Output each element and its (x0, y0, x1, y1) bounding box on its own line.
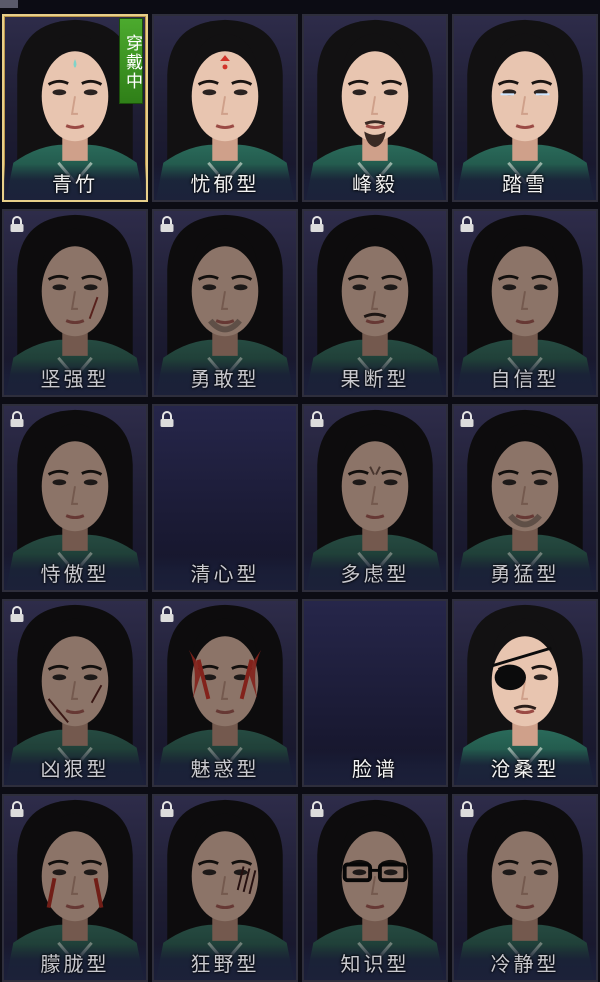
face-style-card[interactable]: 恃傲型 (2, 404, 148, 592)
lock-icon (10, 216, 24, 232)
face-style-card[interactable]: 坚强型 (2, 209, 148, 397)
face-style-grid: 穿戴中 青竹 忧郁型 峰毅 踏雪 坚强型 勇敢型 果断型 自信型 恃傲型 清心型… (0, 0, 600, 982)
face-style-label: 坚强型 (4, 359, 146, 395)
lock-icon (460, 411, 474, 427)
face-style-card[interactable]: 多虑型 (302, 404, 448, 592)
face-style-card[interactable]: 魅惑型 (152, 599, 298, 787)
face-style-card[interactable]: 忧郁型 (152, 14, 298, 202)
panel-corner (0, 0, 18, 8)
face-style-label: 青竹 (4, 164, 146, 200)
face-style-label: 魅惑型 (154, 749, 296, 785)
face-style-card[interactable]: 自信型 (452, 209, 598, 397)
face-style-card[interactable]: 知识型 (302, 794, 448, 982)
face-style-label: 恃傲型 (4, 554, 146, 590)
face-style-label: 果断型 (304, 359, 446, 395)
face-style-label: 自信型 (454, 359, 596, 395)
face-style-label: 凶狠型 (4, 749, 146, 785)
face-style-label: 忧郁型 (154, 164, 296, 200)
face-style-card[interactable]: 朦胧型 (2, 794, 148, 982)
face-style-label: 勇猛型 (454, 554, 596, 590)
lock-icon (10, 606, 24, 622)
face-style-card[interactable]: 脸谱 (302, 599, 448, 787)
face-style-card[interactable]: 踏雪 (452, 14, 598, 202)
lock-icon (460, 801, 474, 817)
lock-icon (310, 801, 324, 817)
face-style-card[interactable]: 冷静型 (452, 794, 598, 982)
face-style-card[interactable]: 峰毅 (302, 14, 448, 202)
lock-icon (160, 216, 174, 232)
lock-icon (160, 801, 174, 817)
face-style-label: 脸谱 (304, 749, 446, 785)
face-style-label: 踏雪 (454, 164, 596, 200)
face-style-label: 多虑型 (304, 554, 446, 590)
face-style-card[interactable]: 狂野型 (152, 794, 298, 982)
lock-icon (10, 801, 24, 817)
face-style-card[interactable]: 勇猛型 (452, 404, 598, 592)
lock-icon (460, 216, 474, 232)
face-style-card[interactable]: 凶狠型 (2, 599, 148, 787)
wearing-badge: 穿戴中 (119, 18, 143, 104)
face-style-card[interactable]: 果断型 (302, 209, 448, 397)
face-style-label: 勇敢型 (154, 359, 296, 395)
lock-icon (10, 411, 24, 427)
face-style-card[interactable]: 穿戴中青竹 (2, 14, 148, 202)
lock-icon (160, 606, 174, 622)
lock-icon (310, 411, 324, 427)
lock-icon (160, 411, 174, 427)
face-style-card[interactable]: 沧桑型 (452, 599, 598, 787)
lock-icon (310, 216, 324, 232)
face-style-card[interactable]: 勇敢型 (152, 209, 298, 397)
face-style-label: 清心型 (154, 554, 296, 590)
face-style-card[interactable]: 清心型 (152, 404, 298, 592)
face-style-label: 沧桑型 (454, 749, 596, 785)
face-style-label: 峰毅 (304, 164, 446, 200)
